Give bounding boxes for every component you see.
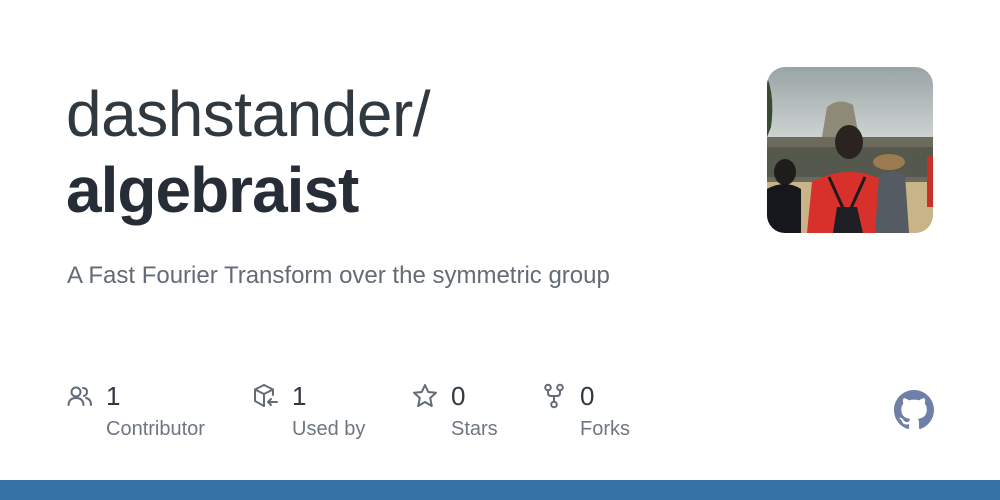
stat-value: 1 (292, 380, 307, 411)
stat-contributors[interactable]: 1 Contributor (66, 380, 205, 440)
stat-label: Stars (451, 418, 498, 440)
stat-label: Used by (292, 418, 366, 440)
stat-value: 0 (451, 380, 466, 411)
stat-stars[interactable]: 0 Stars (411, 380, 498, 440)
package-dependents-icon (252, 382, 280, 410)
stat-label: Contributor (106, 418, 205, 440)
language-bar (0, 480, 1000, 500)
repo-owner[interactable]: dashstander/ (66, 76, 431, 152)
github-logo-icon[interactable] (894, 390, 934, 430)
stat-label: Forks (580, 418, 630, 440)
owner-avatar (767, 67, 933, 233)
repo-description: A Fast Fourier Transform over the symmet… (67, 262, 610, 289)
repo-forked-icon (540, 382, 568, 410)
stat-value: 1 (106, 380, 121, 411)
stat-used-by[interactable]: 1 Used by (252, 380, 365, 440)
star-icon (411, 382, 439, 410)
stat-value: 0 (580, 380, 595, 411)
people-icon (66, 382, 94, 410)
repo-name[interactable]: algebraist (66, 152, 359, 228)
stat-forks[interactable]: 0 Forks (540, 380, 630, 440)
